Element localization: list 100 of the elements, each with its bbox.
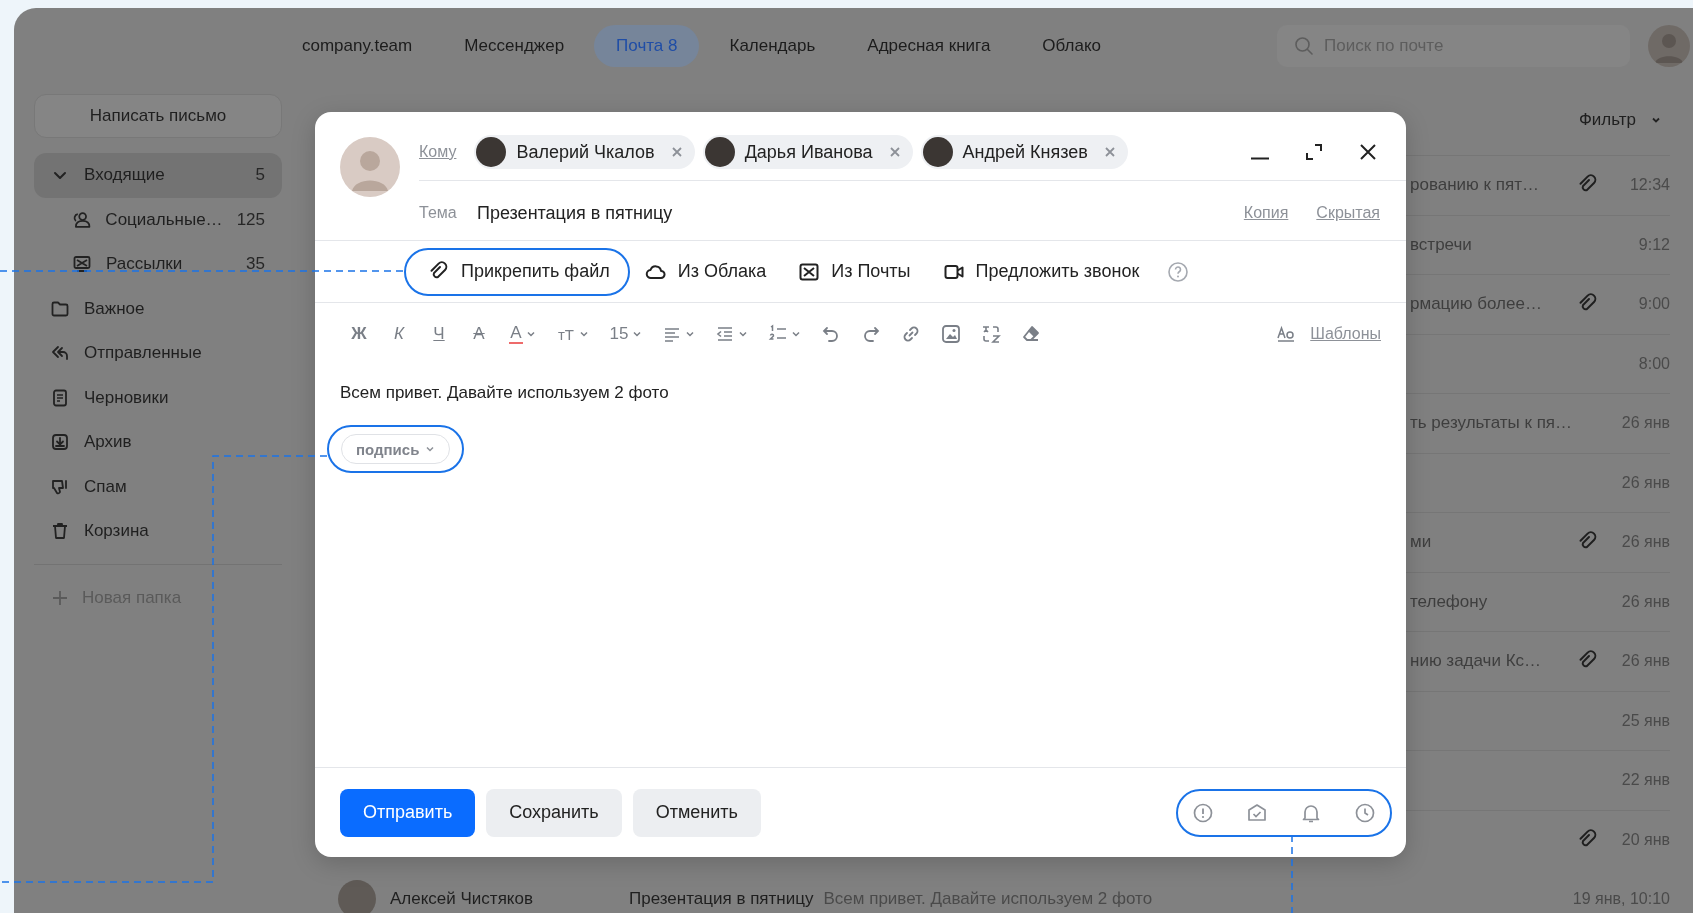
nav-tab[interactable]: Почта 8 <box>594 25 700 67</box>
avatar-placeholder <box>704 137 735 167</box>
folder-label: Архив <box>84 432 133 453</box>
folder-item[interactable]: Архив <box>34 420 282 465</box>
folder-label: Спам <box>84 476 128 497</box>
folder-item[interactable]: Черновики <box>34 375 282 420</box>
avatar-placeholder <box>340 137 400 197</box>
envelope-check-icon[interactable] <box>1246 801 1268 824</box>
close-icon <box>1358 142 1378 162</box>
chevron-icon <box>579 329 589 339</box>
recipient-name: Валерий Чкалов <box>516 141 655 163</box>
message-preview: нию задачи Кс… <box>1409 651 1543 672</box>
underline-button[interactable]: Ч <box>419 319 459 349</box>
chevron-icon <box>632 329 642 339</box>
document-icon <box>50 387 70 408</box>
chevron-icon <box>425 444 436 454</box>
message-preview: ми <box>1409 532 1433 553</box>
dialog-button[interactable]: Отправить <box>340 788 476 837</box>
bold-button[interactable]: Ж <box>339 319 379 349</box>
cc-link[interactable]: Копия <box>1243 204 1289 222</box>
folder-item[interactable]: Социальные… 125 <box>34 197 282 242</box>
folder-item[interactable]: Рассылки 35 <box>34 242 282 287</box>
case-button[interactable]: тT <box>546 319 599 349</box>
importance-icon[interactable] <box>1192 801 1214 824</box>
indent-icon <box>715 324 735 344</box>
nav-tab[interactable]: Мессенджер <box>442 25 587 67</box>
recipient-chip[interactable]: Дарья Иванова <box>702 135 913 169</box>
recipient-chip[interactable]: Валерий Чкалов <box>474 135 695 169</box>
nav-tab[interactable]: Адресная книга <box>845 25 1013 67</box>
translate-icon <box>981 324 1001 344</box>
plus-icon <box>52 589 68 606</box>
remove-icon[interactable] <box>670 146 683 158</box>
folder-item[interactable]: Важное <box>34 286 282 331</box>
clock-icon[interactable] <box>1354 801 1376 824</box>
message-subject: Презентация в пятницу <box>629 888 814 909</box>
chevron-icon <box>791 329 801 339</box>
chevron-icon <box>738 329 748 339</box>
folder-label: Черновики <box>84 387 170 408</box>
strike-button[interactable]: A <box>459 319 499 349</box>
dialog-button[interactable]: Отменить <box>632 788 761 837</box>
subject-field[interactable]: Презентация в пятницу <box>477 202 1244 224</box>
call-button[interactable]: Предложить звонок <box>942 260 1140 283</box>
minimize-icon <box>1251 156 1269 160</box>
templates-link[interactable]: Шаблоны <box>1310 325 1381 343</box>
remove-icon[interactable] <box>1103 146 1116 158</box>
eraser-icon <box>1021 324 1041 344</box>
color-button[interactable]: A <box>499 319 546 349</box>
from-mail-button[interactable]: Из Почты <box>798 260 911 283</box>
avatar-placeholder <box>922 137 953 167</box>
folder-label: Рассылки <box>106 254 184 275</box>
to-link[interactable]: Кому <box>419 143 457 161</box>
message-sender: Алексей Чистяков <box>390 888 534 909</box>
folder-item[interactable]: Входящие 5 <box>34 153 282 198</box>
nav-tab[interactable]: Облако <box>1020 25 1123 67</box>
folder-label: Входящие <box>84 165 166 186</box>
people-icon <box>72 209 92 230</box>
user-avatar[interactable] <box>1648 25 1690 67</box>
size-button[interactable]: 15 <box>599 319 652 349</box>
message-preview: ть результаты к пя… <box>1409 413 1574 434</box>
avatar-placeholder <box>338 879 376 913</box>
image-icon <box>941 324 961 344</box>
help-icon[interactable] <box>1167 260 1190 283</box>
message-preview: телефону <box>1409 591 1489 612</box>
cloud-button[interactable]: Из Облака <box>644 260 767 283</box>
folder-count: 5 <box>255 165 265 186</box>
nav-tab[interactable]: company.team <box>280 25 435 67</box>
recipient-chip[interactable]: Андрей Князев <box>920 135 1128 169</box>
folder-label: Важное <box>84 298 146 319</box>
folder-item[interactable]: Отправленные <box>34 331 282 376</box>
message-preview: рмацию более… <box>1409 294 1543 315</box>
message-preview: рованию к пят… <box>1409 175 1540 196</box>
folder-count: 35 <box>246 254 265 275</box>
envelope-icon <box>72 254 92 275</box>
redo-icon <box>861 324 881 344</box>
folder-item[interactable]: Спам <box>34 464 282 509</box>
avatar-placeholder <box>476 137 507 167</box>
font-style-icon[interactable] <box>1276 324 1297 344</box>
compose-button[interactable]: Написать письмо <box>34 94 282 138</box>
message-body[interactable]: Всем привет. Давайте используем 2 фото <box>340 382 1381 404</box>
undo-icon <box>821 324 841 344</box>
folder-label: Социальные… <box>105 209 223 230</box>
dialog-button[interactable]: Сохранить <box>486 788 622 837</box>
folder-item[interactable]: Корзина <box>34 509 282 554</box>
attach-file-button[interactable]: Прикрепить файл <box>404 247 630 296</box>
subject-label: Тема <box>419 204 458 222</box>
recipient-name: Дарья Иванова <box>744 141 873 163</box>
expand-icon <box>1304 142 1324 162</box>
chevron-icon <box>526 329 536 339</box>
filter-dropdown[interactable]: Фильтр <box>1578 109 1662 130</box>
trash-icon <box>50 521 70 542</box>
chevron-icon <box>685 329 695 339</box>
nav-tab[interactable]: Календарь <box>707 25 838 67</box>
remove-icon[interactable] <box>888 146 901 158</box>
folder-label: Корзина <box>84 521 150 542</box>
link-icon <box>901 324 921 344</box>
folder-label: Отправленные <box>84 343 203 364</box>
italic-button[interactable]: К <box>379 319 419 349</box>
archive-icon <box>50 432 70 453</box>
bcc-link[interactable]: Скрытая <box>1316 204 1380 222</box>
message-preview: встречи <box>1409 234 1473 255</box>
